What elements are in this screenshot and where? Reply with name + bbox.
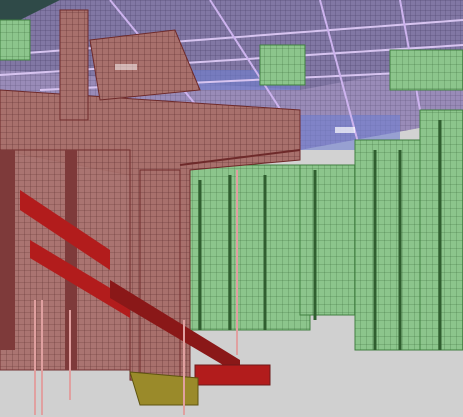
yellow-base-block [129, 371, 199, 406]
3d-model-viewport[interactable] [0, 0, 463, 417]
bim-scaffold-model[interactable] [0, 0, 463, 417]
